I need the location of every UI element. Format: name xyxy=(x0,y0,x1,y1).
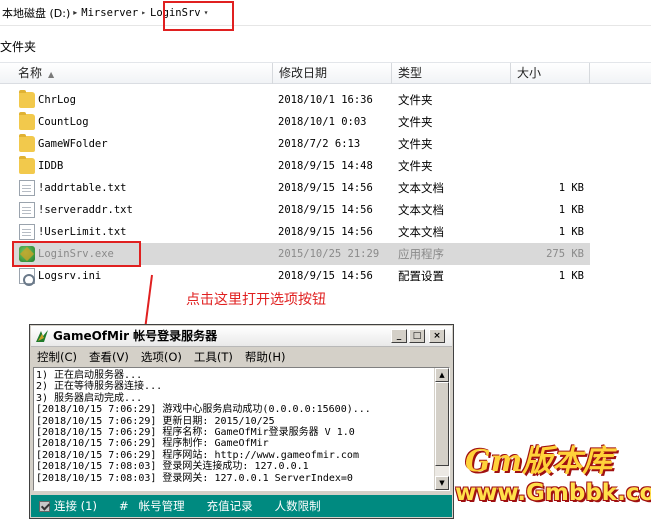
connect-label: 连接 (1) xyxy=(54,499,97,513)
status-bar: 连接 (1) # 帐号管理 充值记录 人数限制 xyxy=(31,495,452,517)
log-line: 3) 服务器启动完成... xyxy=(36,392,143,404)
menu-view[interactable]: 查看(V) xyxy=(83,349,135,365)
menu-help[interactable]: 帮助(H) xyxy=(239,349,292,365)
log-line: [2018/10/15 7:06:29] 程序名称: GameOfMir登录服务… xyxy=(36,427,355,439)
log-panel[interactable]: 1) 正在启动服务器... 2) 正在等待服务器连接... 3) 服务器启动完成..… xyxy=(33,367,450,491)
instruction-text: 点击这里打开选项按钮 xyxy=(186,292,326,308)
scroll-up-button[interactable]: ▲ xyxy=(435,368,449,382)
player-limit-button[interactable]: 人数限制 xyxy=(275,498,321,514)
window-titlebar[interactable]: GameOfMir 帐号登录服务器 _ □ × xyxy=(31,326,452,347)
watermark-title: Gm版本库 xyxy=(465,444,613,479)
log-line: [2018/10/15 7:06:29] 程序网站: http://www.ga… xyxy=(36,449,359,461)
maximize-button[interactable]: □ xyxy=(409,329,425,343)
log-line: [2018/10/15 7:08:03] 登录网关连接成功: 127.0.0.1 xyxy=(36,461,309,473)
window-title: GameOfMir 帐号登录服务器 xyxy=(53,329,218,343)
log-line: [2018/10/15 7:08:03] 登录网关: 127.0.0.1 Ser… xyxy=(36,472,353,484)
close-button[interactable]: × xyxy=(429,329,445,343)
minimize-button[interactable]: _ xyxy=(391,329,407,343)
watermark-url: www.Gmbbk.com xyxy=(455,480,651,506)
watermark: Gm版本库 www.Gmbbk.com xyxy=(447,436,651,519)
close-icon: × xyxy=(433,331,441,341)
menu-options[interactable]: 选项(O) xyxy=(135,349,188,365)
app-icon xyxy=(36,330,48,342)
log-lines: 1) 正在启动服务器... 2) 正在等待服务器连接... 3) 服务器启动完成..… xyxy=(36,370,371,484)
maximize-icon: □ xyxy=(412,331,422,341)
account-management-button[interactable]: 帐号管理 xyxy=(139,498,185,514)
minimize-icon: _ xyxy=(396,331,402,341)
log-line: [2018/10/15 7:06:29] 程序制作: GameOfMir xyxy=(36,438,269,450)
connect-checkbox[interactable] xyxy=(39,500,50,512)
app-window: GameOfMir 帐号登录服务器 _ □ × 控制(C) 查看(V) 选项(O… xyxy=(29,324,454,519)
menu-control[interactable]: 控制(C) xyxy=(31,349,83,365)
menu-tools[interactable]: 工具(T) xyxy=(188,349,239,365)
menu-bar: 控制(C) 查看(V) 选项(O) 工具(T) 帮助(H) xyxy=(31,347,452,367)
log-line: [2018/10/15 7:06:29] 更新日期: 2015/10/25 xyxy=(36,415,275,427)
scroll-down-icon: ▼ xyxy=(439,479,445,487)
log-line: [2018/10/15 7:06:29] 游戏中心服务启动成功(0.0.0.0:… xyxy=(36,404,371,416)
recharge-records-button[interactable]: 充值记录 xyxy=(207,498,253,514)
log-line: 2) 正在等待服务器连接... xyxy=(36,381,163,393)
log-line: 1) 正在启动服务器... xyxy=(36,370,143,381)
scroll-up-icon: ▲ xyxy=(439,371,445,379)
status-hash: # xyxy=(118,499,129,513)
